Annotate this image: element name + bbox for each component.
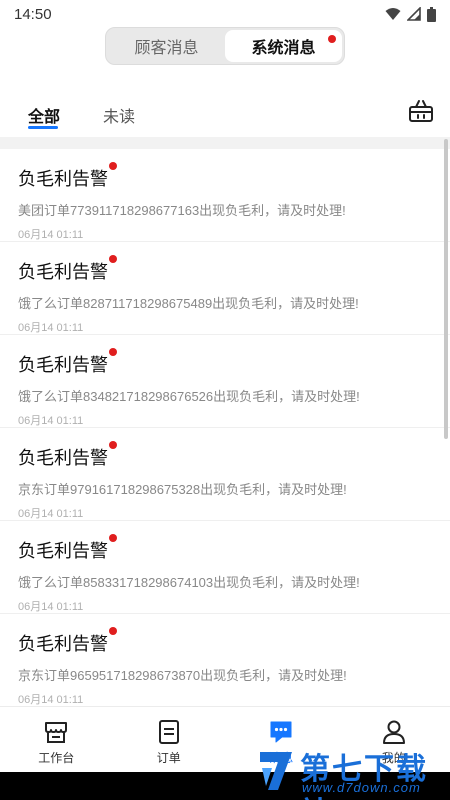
message-title: 负毛利告警: [18, 255, 117, 284]
status-time: 14:50: [14, 5, 52, 23]
message-time: 06月14 01:11: [18, 601, 84, 613]
message-title: 负毛利告警: [18, 627, 117, 656]
section-divider: [0, 137, 450, 149]
message-title-text: 负毛利告警: [18, 634, 108, 654]
message-title-text: 负毛利告警: [18, 355, 108, 375]
list-item[interactable]: 负毛利告警 饿了么订单834821718298676526出现负毛利，请及时处理…: [0, 335, 450, 428]
tab-all[interactable]: 全部: [28, 103, 60, 127]
message-text: 饿了么订单834821718298676526出现负毛利，请及时处理!: [18, 389, 360, 404]
watermark-logo-icon: [260, 752, 292, 790]
list-item[interactable]: 负毛利告警 美团订单773911718298677163出现负毛利，请及时处理!…: [0, 149, 450, 242]
unread-dot: [109, 255, 117, 263]
active-tab-indicator: [28, 126, 58, 129]
unread-dot: [328, 35, 336, 43]
message-text: 京东订单979161718298675328出现负毛利，请及时处理!: [18, 482, 347, 497]
unread-dot: [109, 348, 117, 356]
unread-dot: [109, 162, 117, 170]
status-icons: [385, 6, 436, 22]
wifi-icon: [385, 8, 401, 20]
list-item[interactable]: 负毛利告警 饿了么订单858331718298674103出现负毛利，请及时处理…: [0, 521, 450, 614]
list-item[interactable]: 负毛利告警 京东订单979161718298675328出现负毛利，请及时处理!…: [0, 428, 450, 521]
message-time: 06月14 01:11: [18, 322, 84, 334]
message-text: 京东订单965951718298673870出现负毛利，请及时处理!: [18, 668, 347, 683]
message-title-text: 负毛利告警: [18, 448, 108, 468]
message-title: 负毛利告警: [18, 441, 117, 470]
message-title: 负毛利告警: [18, 348, 117, 377]
message-title-text: 负毛利告警: [18, 541, 108, 561]
status-bar: 14:50: [0, 0, 450, 28]
unread-dot: [109, 627, 117, 635]
segment-customer-messages[interactable]: 顾客消息: [108, 30, 225, 62]
segment-system-messages[interactable]: 系统消息: [225, 30, 342, 62]
segment-label: 顾客消息: [134, 40, 199, 57]
segment-label: 系统消息: [251, 40, 316, 57]
message-title-text: 负毛利告警: [18, 262, 108, 282]
scrollbar[interactable]: [444, 139, 448, 439]
nav-workbench[interactable]: 工作台: [0, 707, 113, 772]
unread-dot: [109, 534, 117, 542]
battery-icon: [427, 6, 436, 22]
message-title-text: 负毛利告警: [18, 169, 108, 189]
nav-label: 工作台: [38, 751, 75, 765]
watermark: 第七下载站 www.d7down.com: [256, 742, 446, 800]
watermark-url: www.d7down.com: [302, 780, 421, 795]
filter-tabs: 全部 未读: [0, 96, 450, 136]
message-text: 饿了么订单858331718298674103出现负毛利，请及时处理!: [18, 575, 360, 590]
message-type-switch: 顾客消息 系统消息: [105, 27, 345, 65]
nav-label: 订单: [156, 751, 181, 765]
store-icon: [45, 722, 68, 743]
message-time: 06月14 01:11: [18, 415, 84, 427]
message-title: 负毛利告警: [18, 162, 117, 191]
message-time: 06月14 01:11: [18, 229, 84, 241]
message-text: 饿了么订单828711718298675489出现负毛利，请及时处理!: [18, 296, 359, 311]
signal-icon: [407, 7, 421, 21]
nav-orders[interactable]: 订单: [113, 707, 226, 772]
message-text: 美团订单773911718298677163出现负毛利，请及时处理!: [18, 203, 346, 218]
message-list: 负毛利告警 美团订单773911718298677163出现负毛利，请及时处理!…: [0, 149, 450, 706]
tab-unread[interactable]: 未读: [103, 103, 135, 127]
order-icon: [158, 720, 179, 744]
basket-icon[interactable]: [408, 98, 434, 124]
list-item[interactable]: 负毛利告警 饿了么订单828711718298675489出现负毛利，请及时处理…: [0, 242, 450, 335]
message-title: 负毛利告警: [18, 534, 117, 563]
message-time: 06月14 01:11: [18, 694, 84, 706]
unread-dot: [109, 441, 117, 449]
message-time: 06月14 01:11: [18, 508, 84, 520]
list-item[interactable]: 负毛利告警 京东订单965951718298673870出现负毛利，请及时处理!…: [0, 614, 450, 706]
